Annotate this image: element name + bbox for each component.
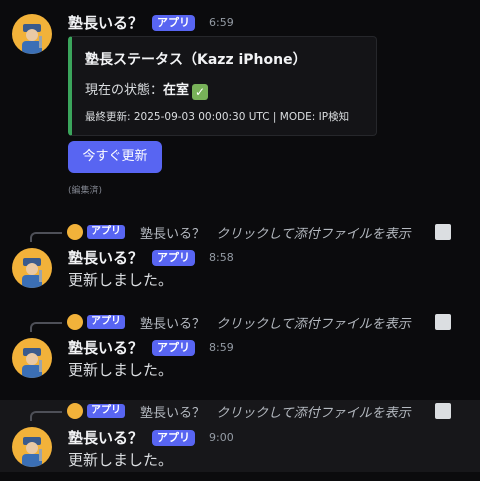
bot-name[interactable]: 塾長いる？	[68, 337, 143, 358]
message-timestamp: 6:59	[209, 16, 234, 29]
embed-status-line: 現在の状態：在室 ✓	[85, 79, 209, 100]
reply-author-name[interactable]: 塾長いる？	[140, 402, 205, 421]
image-icon	[435, 224, 451, 240]
status-value: 在室	[163, 83, 190, 98]
bot-avatar-image	[22, 348, 42, 378]
bot-name[interactable]: 塾長いる？	[68, 247, 143, 268]
reply-author-name[interactable]: 塾長いる？	[140, 313, 205, 332]
bot-avatar-image	[22, 437, 42, 467]
view-attachment-link[interactable]: クリックして添付ファイルを表示	[216, 313, 411, 332]
bot-avatar[interactable]	[12, 427, 52, 467]
view-attachment-link[interactable]: クリックして添付ファイルを表示	[216, 402, 411, 421]
bot-avatar-image	[22, 258, 42, 288]
reply-author-name[interactable]: 塾長いる？	[140, 223, 205, 242]
reply-avatar[interactable]	[67, 314, 83, 330]
bot-avatar[interactable]	[12, 14, 52, 54]
reply-connector	[30, 411, 62, 421]
reply-avatar[interactable]	[67, 224, 83, 240]
bot-avatar[interactable]	[12, 338, 52, 378]
bot-avatar-image	[22, 24, 42, 54]
reply-avatar[interactable]	[67, 403, 83, 419]
message-timestamp: 8:58	[209, 251, 234, 264]
image-icon	[435, 314, 451, 330]
bot-name[interactable]: 塾長いる？	[68, 12, 143, 33]
reply-connector	[30, 232, 62, 242]
reply-app-badge: アプリ	[87, 404, 125, 418]
app-badge: アプリ	[152, 250, 195, 266]
status-label: 現在の状態：	[85, 83, 164, 98]
message-text: 更新しました。	[68, 361, 174, 379]
edited-label: (編集済)	[68, 186, 103, 196]
reply-connector	[30, 322, 62, 332]
app-badge: アプリ	[152, 340, 195, 356]
app-badge: アプリ	[152, 430, 195, 446]
reply-app-badge: アプリ	[87, 225, 125, 239]
bot-avatar[interactable]	[12, 248, 52, 288]
embed-title: 塾長ステータス（Kazz iPhone）	[85, 52, 307, 68]
view-attachment-link[interactable]: クリックして添付ファイルを表示	[216, 223, 411, 242]
message-timestamp: 8:59	[209, 341, 234, 354]
message-timestamp: 9:00	[209, 431, 234, 444]
status-embed: 塾長ステータス（Kazz iPhone） 現在の状態：在室 ✓ 最終更新: 202…	[68, 36, 377, 136]
check-mark-icon: ✓	[192, 84, 209, 100]
message-text: 更新しました。	[68, 451, 174, 469]
image-icon	[435, 403, 451, 419]
reply-app-badge: アプリ	[87, 315, 125, 329]
app-badge: アプリ	[152, 15, 195, 31]
bot-name[interactable]: 塾長いる？	[68, 427, 143, 448]
embed-footer: 最終更新: 2025-09-03 00:00:30 UTC | MODE: IP…	[85, 111, 350, 123]
message-text: 更新しました。	[68, 271, 174, 289]
refresh-now-button[interactable]: 今すぐ更新	[68, 141, 162, 173]
